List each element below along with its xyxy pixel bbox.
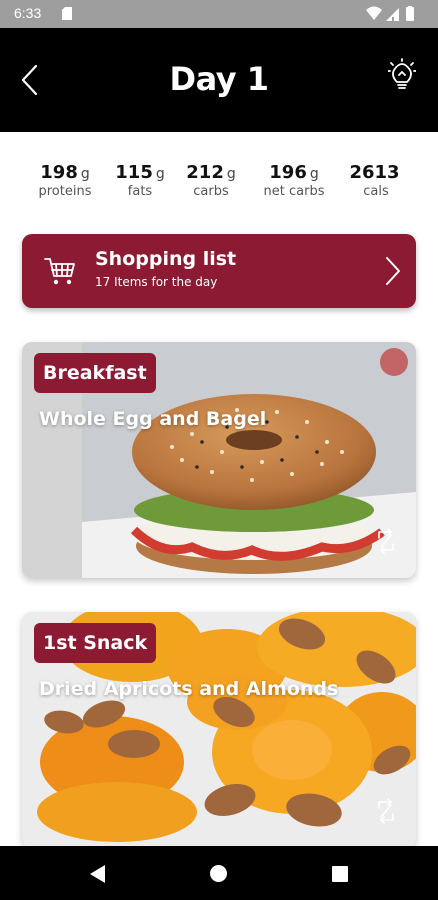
meal-name: Dried Apricots and Almonds	[39, 678, 339, 700]
macro-value: 212	[186, 162, 224, 183]
sd-card-icon	[62, 7, 72, 20]
shopping-list-button[interactable]: Shopping list 17 Items for the day	[22, 234, 416, 308]
macro-net-carbs: 196 g net carbs	[252, 162, 336, 199]
macro-unit: g	[226, 166, 236, 182]
macro-label: carbs	[193, 184, 229, 199]
macro-value: 198	[40, 162, 78, 183]
wifi-icon	[366, 6, 382, 20]
meal-type-badge: 1st Snack	[34, 623, 157, 663]
system-nav-bar	[0, 846, 438, 900]
battery-icon	[406, 7, 414, 21]
macro-unit: g	[155, 166, 165, 182]
status-time: 6:33	[14, 5, 42, 21]
chevron-right-icon	[386, 257, 400, 285]
lightbulb-icon[interactable]	[388, 58, 416, 92]
macro-unit: g	[309, 166, 319, 182]
macro-unit: g	[80, 166, 90, 182]
macros-summary: 198 g proteins 115 g fats 212 g carbs 196 g …	[0, 162, 438, 208]
shopping-cart-icon	[44, 258, 75, 285]
meal-name: Whole Egg and Bagel	[39, 408, 267, 430]
macro-proteins: 198 g proteins	[30, 162, 100, 199]
nav-home-icon[interactable]	[210, 865, 227, 882]
macro-value: 196	[269, 162, 307, 183]
status-icons	[366, 6, 414, 21]
macro-label: net carbs	[263, 184, 325, 199]
meal-card-breakfast[interactable]: Breakfast Whole Egg and Bagel	[22, 342, 416, 578]
macro-value: 2613	[349, 162, 400, 183]
macro-fats: 115 g fats	[110, 162, 170, 199]
macro-cals: 2613 cals	[344, 162, 408, 199]
macro-carbs: 212 g carbs	[180, 162, 242, 199]
nav-back-icon[interactable]	[90, 865, 106, 883]
page-title: Day 1	[169, 60, 269, 98]
macro-label: proteins	[38, 184, 92, 199]
swap-icon[interactable]	[374, 528, 398, 554]
nav-recents-icon[interactable]	[332, 866, 348, 882]
macro-label: cals	[363, 184, 389, 199]
status-bar: 6:33	[0, 0, 438, 28]
macro-value: 115	[115, 162, 153, 183]
meal-card-1st-snack[interactable]: 1st Snack Dried Apricots and Almonds	[22, 612, 416, 848]
swap-icon[interactable]	[374, 798, 398, 824]
shopping-list-subtitle: 17 Items for the day	[95, 275, 218, 289]
shopping-list-title: Shopping list	[95, 248, 237, 270]
app-header: Day 1	[0, 28, 438, 132]
macro-label: fats	[127, 184, 153, 199]
meal-type-badge: Breakfast	[34, 353, 156, 393]
